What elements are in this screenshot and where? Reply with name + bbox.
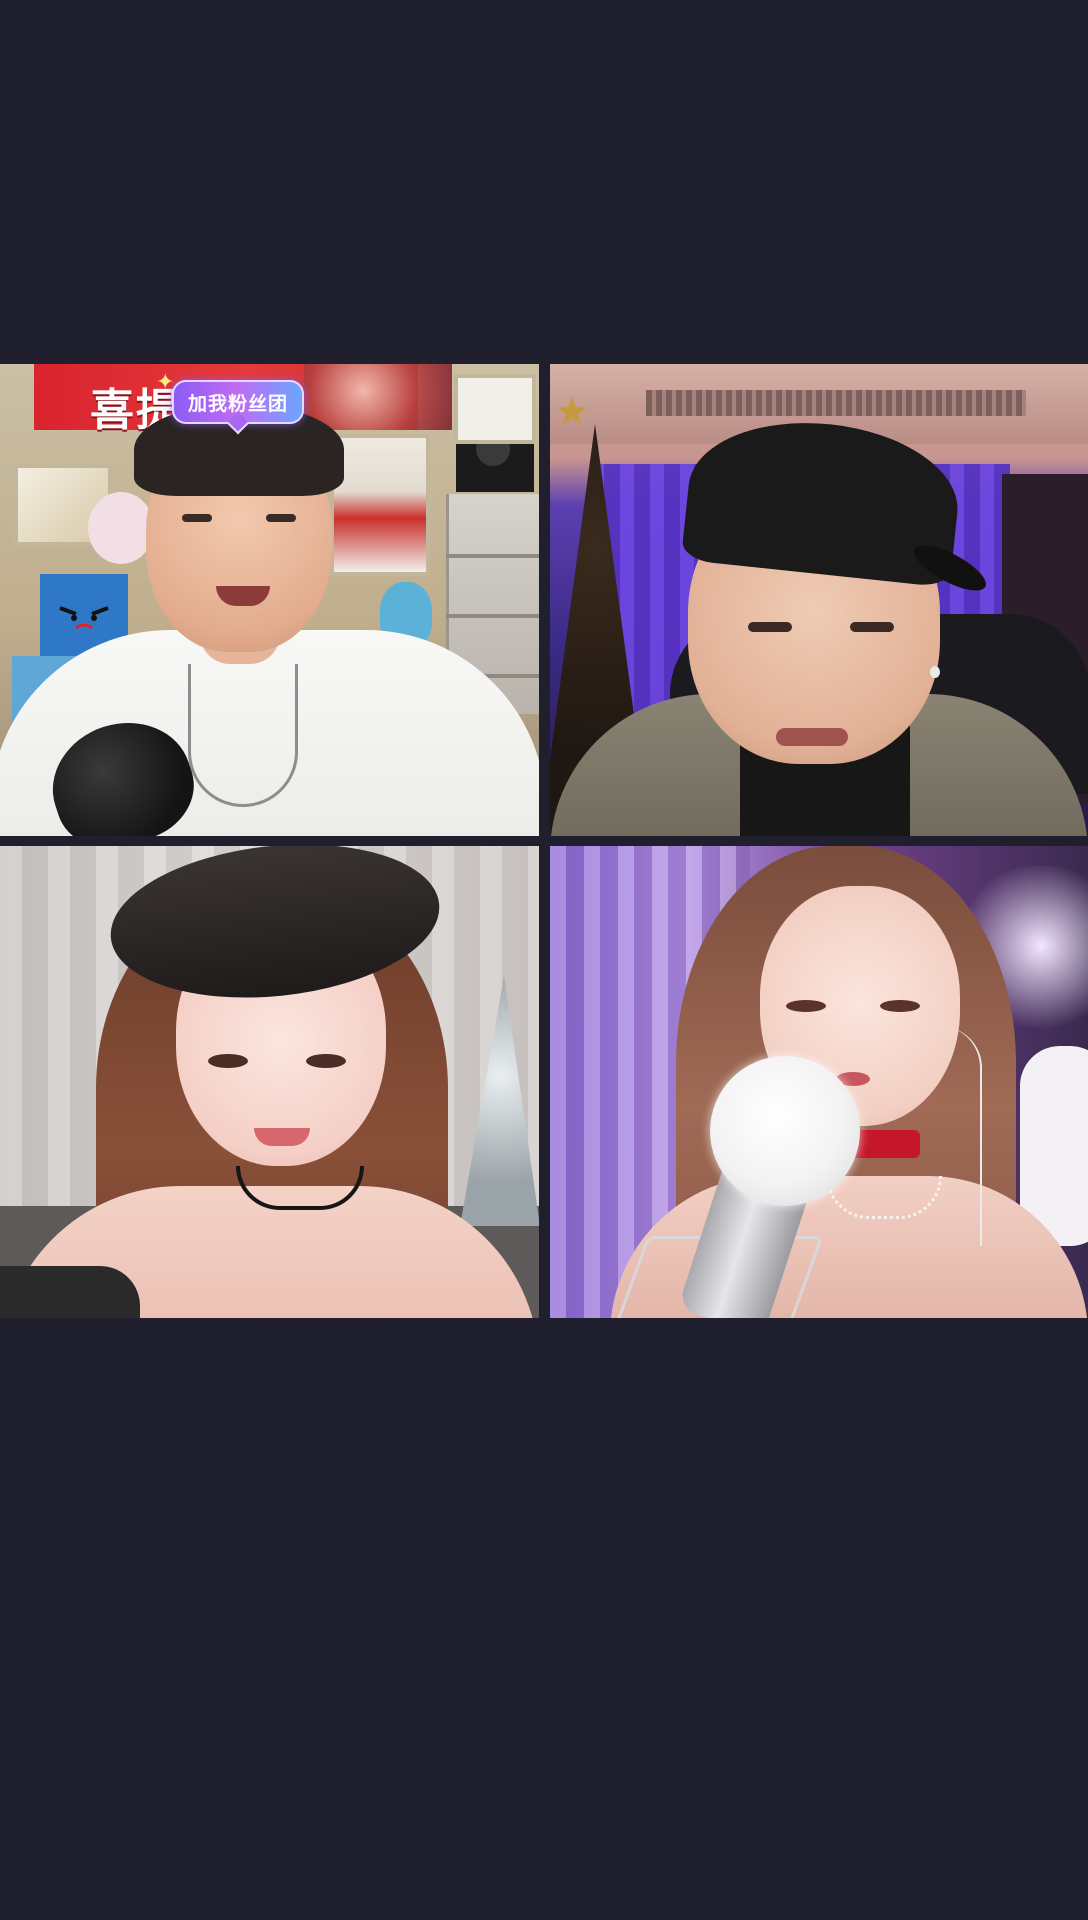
host-eye: [182, 514, 212, 522]
guest-eye: [306, 1054, 346, 1068]
join-fan-club-badge[interactable]: 加我粉丝团: [172, 380, 304, 424]
guest-top: [0, 1266, 140, 1318]
air-vent: [646, 390, 1026, 416]
guest-eye: [208, 1054, 248, 1068]
guest-eye: [850, 622, 894, 632]
guest-eye: [748, 622, 792, 632]
plush-toy: [88, 492, 154, 564]
in-ear-monitor-cable: [940, 1026, 982, 1246]
guest-eye: [880, 1000, 920, 1012]
microphone-windscreen: [710, 1056, 860, 1206]
live-stream-screen: 喜提 加我粉丝团 ✦ ★: [0, 0, 1088, 1920]
guest-mouth: [776, 728, 848, 746]
guest-video-tile-1[interactable]: 喜提 加我粉丝团 ✦: [0, 364, 539, 836]
host-eye: [266, 514, 296, 522]
necklace: [188, 664, 298, 807]
box-face-graphic: [59, 606, 109, 630]
guest-video-tile-4[interactable]: [550, 846, 1088, 1318]
guest-eye: [786, 1000, 826, 1012]
banner-artwork: [304, 364, 452, 430]
fan-badge-label: 加我粉丝团: [187, 393, 288, 415]
wall-photo: [454, 374, 536, 444]
star-icon: ✦: [156, 369, 175, 394]
multi-guest-video-grid: 喜提 加我粉丝团 ✦ ★: [0, 364, 1088, 1318]
guest-video-tile-3[interactable]: [0, 846, 539, 1318]
shelf-divider: [446, 614, 539, 618]
framed-poster: [330, 434, 430, 576]
guest-video-tile-2[interactable]: ★: [550, 364, 1088, 836]
tree-star-icon: ★: [554, 390, 590, 434]
earring: [930, 666, 940, 678]
shelf-divider: [446, 554, 539, 558]
